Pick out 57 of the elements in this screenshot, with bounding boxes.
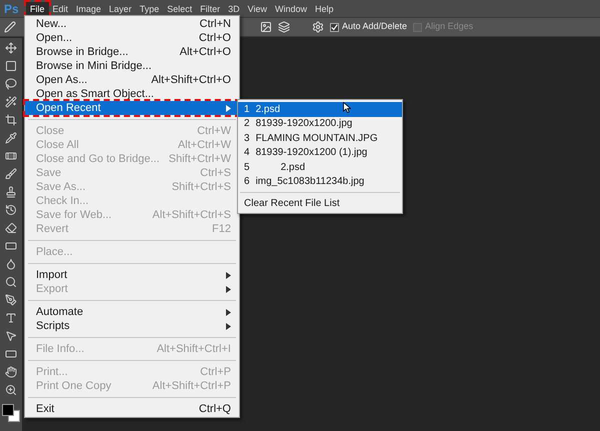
- tool-icon[interactable]: [5, 294, 17, 306]
- menu-item[interactable]: Open Recent: [25, 101, 239, 115]
- clear-recent-item[interactable]: Clear Recent File List: [238, 196, 402, 210]
- recent-file-item[interactable]: 4 81939-1920x1200 (1).jpg: [238, 146, 402, 160]
- recent-file-item[interactable]: 6 img_5c1083b11234b.jpg: [238, 174, 402, 189]
- recent-file-item[interactable]: 3 FLAMING MOUNTAIN.JPG: [238, 131, 402, 146]
- tool-icon[interactable]: [5, 186, 17, 198]
- menu-title[interactable]: Filter: [196, 2, 224, 16]
- recent-file-item[interactable]: 2 81939-1920x1200.jpg: [238, 116, 402, 131]
- pen-tool-icon[interactable]: [4, 21, 16, 33]
- tool-icon[interactable]: [5, 204, 17, 216]
- menu-item[interactable]: Browse in Bridge... Alt+Ctrl+O: [25, 45, 239, 59]
- tool-icon[interactable]: [5, 330, 17, 342]
- menu-item[interactable]: Import: [25, 268, 239, 282]
- tool-icon[interactable]: [5, 114, 17, 126]
- menu-item[interactable]: Open as Smart Object...: [25, 87, 239, 101]
- tool-icon[interactable]: [5, 348, 17, 360]
- menu-item[interactable]: New... Ctrl+N: [25, 17, 239, 31]
- tool-icon[interactable]: [5, 222, 17, 234]
- menu-item[interactable]: Automate: [25, 305, 239, 319]
- menu-title[interactable]: Layer: [105, 2, 136, 16]
- checkbox-label: Auto Add/Delete: [342, 20, 408, 34]
- menu-title[interactable]: Image: [72, 2, 106, 16]
- menu-item[interactable]: Browse in Mini Bridge...: [25, 59, 239, 73]
- tool-icon[interactable]: [5, 42, 17, 54]
- menu-item[interactable]: Exit Ctrl+Q: [25, 402, 239, 416]
- menu-title[interactable]: File: [26, 2, 49, 16]
- menu-title[interactable]: Type: [136, 2, 164, 16]
- menu-title[interactable]: 3D: [224, 2, 244, 16]
- tool-icon[interactable]: [5, 276, 17, 288]
- tool-icon[interactable]: [5, 312, 17, 324]
- recent-file-item[interactable]: 1 2.psd: [238, 102, 402, 116]
- tool-icon[interactable]: [5, 150, 17, 162]
- color-swatches-icon[interactable]: [2, 404, 20, 422]
- checkbox[interactable]: [330, 22, 339, 32]
- tool-icon[interactable]: [5, 258, 17, 270]
- menu-item[interactable]: Scripts: [25, 319, 239, 333]
- recent-file-item[interactable]: 5 2.psd: [238, 160, 402, 174]
- menu-item[interactable]: Open... Ctrl+O: [25, 31, 239, 45]
- mouse-cursor-icon: [343, 102, 351, 113]
- menu-title[interactable]: Help: [310, 2, 338, 16]
- menu-title[interactable]: View: [244, 2, 271, 16]
- menu-title[interactable]: Window: [270, 2, 311, 16]
- tool-icon[interactable]: [5, 168, 17, 180]
- tool-icon[interactable]: [5, 132, 17, 144]
- tool-icon[interactable]: [5, 240, 17, 252]
- tool-icon[interactable]: [5, 384, 17, 396]
- tool-icon[interactable]: [5, 366, 17, 378]
- tool-icon[interactable]: [5, 60, 17, 72]
- app-logo: Ps: [3, 0, 20, 18]
- menu-title[interactable]: Edit: [48, 2, 72, 16]
- tool-icon[interactable]: [5, 78, 17, 90]
- menu-item[interactable]: Open As... Alt+Shift+Ctrl+O: [25, 73, 239, 87]
- submenu-arrow-icon: [226, 104, 231, 112]
- settings-icon[interactable]: [312, 21, 324, 33]
- menu-title[interactable]: Select: [163, 2, 196, 16]
- tool-icon[interactable]: [5, 96, 17, 108]
